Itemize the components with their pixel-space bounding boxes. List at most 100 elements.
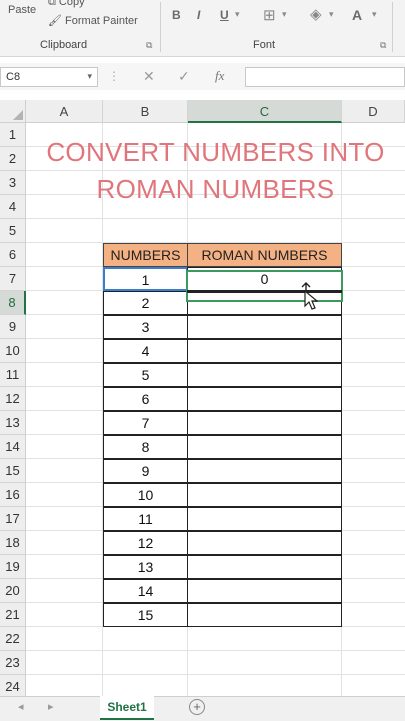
row-header[interactable]: 14 [0,435,26,459]
table-cell-roman[interactable] [187,483,342,507]
ribbon-divider [160,2,161,52]
copy-icon: ⧉ [48,0,56,8]
row-header[interactable]: 4 [0,195,26,219]
chevron-down-icon[interactable]: ▾ [235,9,240,20]
table-cell-roman[interactable] [187,315,342,339]
gridline [26,674,405,675]
copy-label: Copy [58,0,85,8]
column-header-b[interactable]: B [103,100,188,123]
table-cell-number[interactable]: 14 [103,579,188,603]
row-header[interactable]: 16 [0,483,26,507]
row-header[interactable]: 17 [0,507,26,531]
borders-icon[interactable]: ⊞ [263,6,276,24]
table-cell-roman[interactable] [187,339,342,363]
row-header[interactable]: 20 [0,579,26,603]
select-all-icon [13,110,23,120]
bold-button[interactable]: B [172,8,181,22]
sheet-tab[interactable]: Sheet1 [100,696,154,720]
row-header[interactable]: 6 [0,243,26,267]
scroll-left-icon[interactable]: ◂ [18,700,24,713]
title-line-2: ROMAN NUMBERS [96,174,335,204]
table-cell-number[interactable]: 9 [103,459,188,483]
table-cell-number[interactable]: 13 [103,555,188,579]
row-header[interactable]: 21 [0,603,26,627]
clipboard-group-label: Clipboard [40,39,88,51]
table-cell-number[interactable]: 8 [103,435,188,459]
copy-button[interactable]: ⧉ Copy [48,0,85,9]
enter-icon[interactable]: ✓ [178,68,190,85]
row-header[interactable]: 22 [0,627,26,651]
table-cell-roman[interactable] [187,387,342,411]
add-sheet-button[interactable]: + [189,699,205,715]
row-header[interactable]: 23 [0,651,26,675]
italic-button[interactable]: I [197,8,200,22]
underline-button[interactable]: U [220,8,229,22]
table-cell-roman[interactable] [187,507,342,531]
chevron-down-icon[interactable]: ▾ [329,9,334,20]
name-box-value: C8 [6,71,21,83]
row-header[interactable]: 1 [0,123,26,147]
table-cell-roman[interactable] [187,363,342,387]
fill-color-icon[interactable]: ◈ [310,5,322,23]
row-header[interactable]: 18 [0,531,26,555]
paintbrush-icon: 🖌 [48,15,62,27]
font-launcher-icon[interactable]: ⧉ [380,40,386,51]
row-header[interactable]: 5 [0,219,26,243]
table-cell-number[interactable]: 15 [103,603,188,627]
paste-button[interactable]: Paste [8,4,36,16]
scroll-right-icon[interactable]: ▸ [48,700,54,713]
row-header[interactable]: 9 [0,315,26,339]
column-header-d[interactable]: D [342,100,405,123]
row-header[interactable]: 7 [0,267,26,291]
format-painter-button[interactable]: 🖌 Format Painter [48,14,138,27]
table-cell-number[interactable]: 1 [103,267,188,291]
ribbon-divider [392,2,393,52]
row-header[interactable]: 11 [0,363,26,387]
column-header-a[interactable]: A [26,100,103,123]
chevron-down-icon[interactable]: ▾ [282,9,287,20]
table-cell-number[interactable]: 12 [103,531,188,555]
insert-function-icon[interactable]: fx [215,68,224,84]
table-cell-number[interactable]: 3 [103,315,188,339]
table-cell-number[interactable]: 2 [103,291,188,315]
table-cell-number[interactable]: 10 [103,483,188,507]
table-cell-roman[interactable] [187,579,342,603]
column-header-c[interactable]: C [188,100,342,123]
font-color-button[interactable]: A [352,7,362,23]
chevron-down-icon[interactable]: ▾ [372,9,377,20]
row-header[interactable]: 13 [0,411,26,435]
move-cursor-icon [297,282,319,315]
table-cell-roman[interactable] [187,555,342,579]
format-painter-label: Format Painter [65,15,138,27]
row-header[interactable]: 3 [0,171,26,195]
table-cell-number[interactable]: 11 [103,507,188,531]
gridline [26,650,405,651]
table-cell-number[interactable]: 7 [103,411,188,435]
table-cell-roman[interactable] [187,435,342,459]
cancel-icon[interactable]: ✕ [143,68,155,85]
more-options-icon: ⋮ [108,69,120,83]
name-box[interactable]: C8 ▾ [0,67,98,87]
table-cell-roman[interactable] [187,531,342,555]
row-header[interactable]: 15 [0,459,26,483]
row-header[interactable]: 19 [0,555,26,579]
row-header[interactable]: 12 [0,387,26,411]
table-cell-number[interactable]: 6 [103,387,188,411]
table-cell-roman[interactable] [187,603,342,627]
row-header[interactable]: 8 [0,291,26,315]
row-header[interactable]: 2 [0,147,26,171]
table-cell-roman[interactable] [187,459,342,483]
gridline [26,218,405,219]
clipboard-launcher-icon[interactable]: ⧉ [146,40,152,51]
header-numbers[interactable]: NUMBERS [103,243,188,267]
select-all-corner[interactable] [0,100,26,123]
row-header[interactable]: 10 [0,339,26,363]
chevron-down-icon[interactable]: ▾ [87,71,92,82]
formula-input[interactable] [245,67,405,87]
header-roman-numbers[interactable]: ROMAN NUMBERS [187,243,342,267]
table-cell-number[interactable]: 5 [103,363,188,387]
gridline [26,170,405,171]
title-line-1: CONVERT NUMBERS INTO [46,137,385,167]
table-cell-number[interactable]: 4 [103,339,188,363]
table-cell-roman[interactable] [187,411,342,435]
